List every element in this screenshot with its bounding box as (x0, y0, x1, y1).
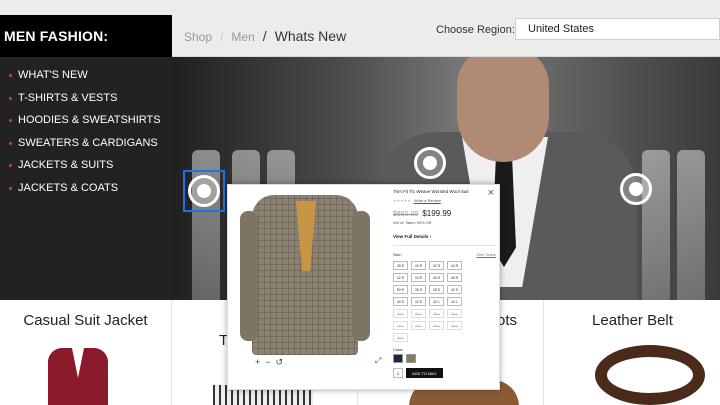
model-head (457, 57, 549, 162)
star-rating-icon: ★★★★★ (393, 198, 411, 203)
color-label: Color: (393, 347, 404, 352)
brand-title: MEN FASHION: (0, 15, 172, 57)
product-image-belt (595, 345, 705, 405)
size-header: Size: Size Guide (393, 252, 496, 257)
size-option[interactable]: 44 R (411, 273, 426, 282)
size-option[interactable]: 44 L (429, 321, 444, 330)
size-label: Size: (393, 252, 402, 257)
size-option[interactable]: 46 L (411, 309, 426, 318)
bullet-icon (9, 164, 12, 167)
add-to-bag-button[interactable]: ADD TO BAG (406, 368, 443, 378)
jacket-lapel (296, 201, 316, 271)
product-image: + − ↺ ⤢ (240, 191, 384, 368)
bullet-icon (9, 119, 12, 122)
sidebar-item-jackets-coats[interactable]: JACKETS & COATS (0, 177, 172, 200)
breadcrumb: Shop / Men / Whats New (184, 28, 346, 44)
size-option[interactable]: 46 R (429, 273, 444, 282)
hotspot-tie[interactable] (414, 147, 446, 179)
category-sidebar: WHAT'S NEW T-SHIRTS & VESTS HOODIES & SW… (0, 57, 172, 300)
size-option[interactable]: 46 L (393, 333, 408, 342)
quantity-input[interactable]: 1 (393, 368, 403, 378)
top-bar: MEN FASHION: Shop / Men / Whats New Choo… (0, 0, 720, 57)
color-swatch-navy[interactable] (393, 354, 403, 363)
cart-row: 1 ADD TO BAG (393, 368, 496, 378)
size-option[interactable]: 48 L (429, 309, 444, 318)
sale-price: $199.99 (422, 209, 452, 218)
page-title: Whats New (274, 28, 347, 44)
size-grid: 38 R 40 R 42 R 44 R 42 R 44 R 46 R 48 R 50 R 36 S… (393, 261, 496, 342)
quick-view-modal: × + − ↺ ⤢ Trim Fit Tic Weave Worsted Woo… (227, 184, 500, 390)
jacket-sleeve (352, 211, 370, 341)
breadcrumb-shop[interactable]: Shop (184, 30, 212, 44)
sidebar-item-label: HOODIES & SWEATSHIRTS (18, 114, 161, 127)
size-option[interactable]: 40 R (411, 261, 426, 270)
size-option[interactable]: 48 R (447, 273, 462, 282)
product-title: Casual Suit Jacket (23, 312, 148, 329)
size-option[interactable]: 44 R (447, 261, 462, 270)
color-swatch-tan[interactable] (406, 354, 416, 363)
expand-icon[interactable]: ⤢ (375, 356, 381, 366)
product-image-jacket (48, 348, 108, 405)
write-review-link[interactable]: Write a Review (414, 198, 441, 203)
sidebar-item-sweaters[interactable]: SWEATERS & CARDIGANS (0, 132, 172, 155)
sidebar-item-label: JACKETS & SUITS (18, 159, 114, 172)
zoom-in-icon[interactable]: + (255, 357, 260, 368)
breadcrumb-men[interactable]: Men (231, 30, 254, 44)
sidebar-item-jackets-suits[interactable]: JACKETS & SUITS (0, 154, 172, 177)
product-name: Trim Fit Tic Weave Worsted Wool Suit (393, 189, 469, 194)
jacket-illustration (252, 195, 358, 355)
size-option[interactable]: 40 S (393, 297, 408, 306)
product-title: Leather Belt (592, 312, 673, 329)
size-option[interactable]: 38 R (393, 261, 408, 270)
size-option[interactable]: 42 L (429, 297, 444, 306)
bullet-icon (9, 74, 12, 77)
sidebar-item-label: JACKETS & COATS (18, 181, 119, 194)
region-select[interactable]: United States (515, 18, 720, 40)
size-option[interactable]: 42 R (393, 273, 408, 282)
size-option[interactable]: 42 S (411, 297, 426, 306)
divider (393, 245, 496, 246)
size-option[interactable]: 44 L (393, 309, 408, 318)
hotspot-suit-jacket[interactable] (188, 175, 220, 207)
view-full-details-link[interactable]: View Full Details › (393, 234, 496, 239)
size-option[interactable]: 40 S (447, 285, 462, 294)
size-option[interactable]: 36 S (411, 285, 426, 294)
bullet-icon (9, 96, 12, 100)
size-option[interactable]: 44 L (447, 297, 462, 306)
price-block: $650.00 $199.99 (393, 209, 496, 218)
size-option[interactable]: 46 L (447, 321, 462, 330)
clothing-rack (677, 150, 705, 300)
sidebar-item-label: T-SHIRTS & VESTS (18, 91, 118, 104)
hotspot-jacket[interactable] (620, 173, 652, 205)
rating: ★★★★★ Write a Review (393, 198, 496, 203)
size-option[interactable]: 50 R (393, 285, 408, 294)
zoom-controls: + − ↺ (255, 357, 283, 368)
clothing-rack (642, 150, 670, 300)
size-option[interactable]: 38 S (429, 285, 444, 294)
size-option[interactable]: 42 L (411, 321, 426, 330)
size-option[interactable]: 50 L (447, 309, 462, 318)
saving-text: We've Taken 69% Off (393, 220, 432, 225)
sidebar-item-tshirts-vests[interactable]: T-SHIRTS & VESTS (0, 87, 172, 110)
bullet-icon (9, 141, 12, 145)
breadcrumb-separator: / (220, 30, 224, 44)
size-option[interactable]: 42 R (429, 261, 444, 270)
sidebar-item-label: WHAT'S NEW (18, 69, 88, 82)
product-card[interactable]: Casual Suit Jacket (0, 300, 172, 405)
product-info: Trim Fit Tic Weave Worsted Wool Suit ★★★… (393, 189, 496, 378)
jacket-sleeve (240, 211, 258, 341)
sidebar-item-whats-new[interactable]: WHAT'S NEW (0, 64, 172, 87)
region-label: Choose Region: (436, 24, 515, 36)
was-price: $650.00 (393, 211, 419, 218)
color-swatches (393, 354, 496, 363)
sidebar-item-hoodies[interactable]: HOODIES & SWEATSHIRTS (0, 109, 172, 132)
bullet-icon (9, 186, 12, 190)
zoom-out-icon[interactable]: − (265, 357, 270, 368)
breadcrumb-separator: / (262, 28, 267, 44)
size-guide-link[interactable]: Size Guide (476, 252, 496, 257)
sidebar-item-label: SWEATERS & CARDIGANS (18, 136, 158, 149)
product-card[interactable]: Leather Belt (545, 300, 720, 405)
rotate-icon[interactable]: ↺ (276, 357, 284, 368)
size-option[interactable]: 40 L (393, 321, 408, 330)
